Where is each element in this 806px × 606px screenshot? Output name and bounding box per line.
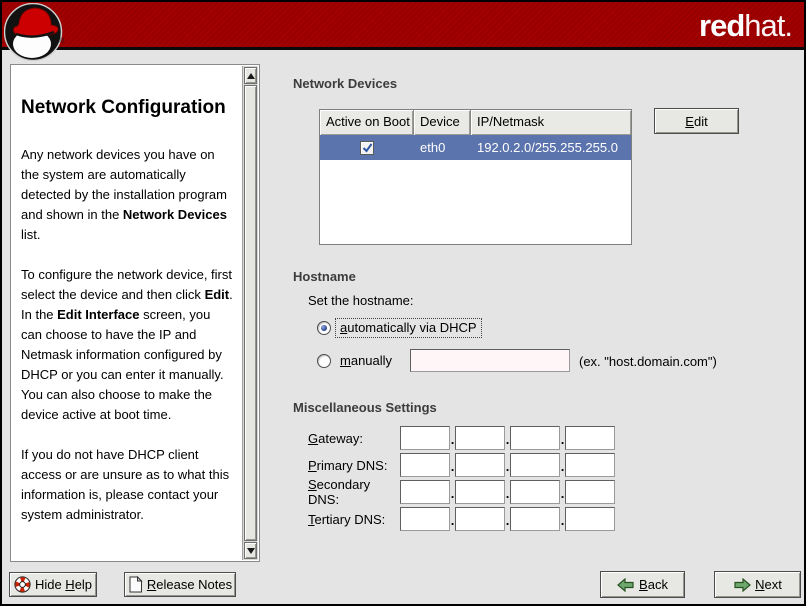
column-header-device[interactable]: Device <box>414 110 471 135</box>
installer-window: redhat. ® Network Configuration Any netw… <box>0 0 806 606</box>
scroll-up-icon <box>247 73 255 79</box>
help-scrollbar[interactable] <box>242 66 258 560</box>
network-devices-table: Active on Boot Device IP/Netmask eth0 19… <box>319 109 632 245</box>
help-paragraph-3: If you do not have DHCP client access or… <box>21 445 234 525</box>
set-hostname-label: Set the hostname: <box>308 293 414 308</box>
gateway-label: Gateway: <box>308 431 400 446</box>
hide-help-button[interactable]: Hide Help <box>9 572 97 597</box>
gateway-octet-4[interactable] <box>565 426 615 450</box>
help-panel: Network Configuration Any network device… <box>10 64 260 562</box>
device-cell: eth0 <box>414 140 471 155</box>
top-banner: redhat. <box>2 2 804 50</box>
active-on-boot-checkbox[interactable] <box>360 141 374 155</box>
hostname-heading: Hostname <box>293 269 356 284</box>
misc-settings-grid: Gateway: ... Primary DNS: ... Secondary … <box>308 426 615 534</box>
hostname-example-hint: (ex. "host.domain.com") <box>579 354 717 369</box>
hostname-manual-radio[interactable] <box>317 354 331 368</box>
release-notes-button[interactable]: Release Notes <box>124 572 236 597</box>
redhat-shadowman-logo-icon: ® <box>4 3 66 63</box>
redhat-wordmark: redhat. <box>699 9 792 43</box>
primary-dns-octet-3[interactable] <box>510 453 560 477</box>
primary-dns-octet-2[interactable] <box>455 453 505 477</box>
secondary-dns-octet-3[interactable] <box>510 480 560 504</box>
help-title: Network Configuration <box>21 92 234 123</box>
tertiary-dns-octet-3[interactable] <box>510 507 560 531</box>
gateway-octet-1[interactable] <box>400 426 450 450</box>
column-header-ip-netmask[interactable]: IP/Netmask <box>471 110 631 135</box>
edit-button[interactable]: Edit <box>654 108 739 134</box>
tertiary-dns-octet-4[interactable] <box>565 507 615 531</box>
scrollbar-thumb[interactable] <box>244 85 257 541</box>
secondary-dns-label: Secondary DNS: <box>308 477 400 507</box>
table-header-row: Active on Boot Device IP/Netmask <box>320 110 631 135</box>
primary-dns-row: Primary DNS: ... <box>308 453 615 477</box>
scroll-up-button[interactable] <box>244 67 257 84</box>
secondary-dns-octet-4[interactable] <box>565 480 615 504</box>
secondary-dns-octet-2[interactable] <box>455 480 505 504</box>
next-arrow-icon <box>733 578 751 592</box>
gateway-octet-3[interactable] <box>510 426 560 450</box>
tertiary-dns-row: Tertiary DNS: ... <box>308 507 615 531</box>
help-content: Network Configuration Any network device… <box>11 65 242 561</box>
tertiary-dns-octet-2[interactable] <box>455 507 505 531</box>
hostname-auto-radio[interactable] <box>317 321 331 335</box>
document-icon <box>128 576 143 593</box>
secondary-dns-row: Secondary DNS: ... <box>308 480 615 504</box>
hostname-manual-option[interactable]: manually <box>317 352 396 370</box>
hostname-auto-option[interactable]: automatically via DHCP <box>317 319 481 337</box>
hostname-manual-label: manually <box>336 352 396 370</box>
next-button[interactable]: Next <box>714 571 801 598</box>
back-button[interactable]: Back <box>600 571 685 598</box>
checkmark-icon <box>362 142 373 153</box>
tertiary-dns-octet-1[interactable] <box>400 507 450 531</box>
wordmark-red: red <box>699 8 744 43</box>
wordmark-hat: hat. <box>744 8 792 43</box>
ip-netmask-cell: 192.0.2.0/255.255.255.0 <box>471 140 631 155</box>
scroll-down-button[interactable] <box>244 542 257 559</box>
hostname-input[interactable] <box>410 349 570 372</box>
gateway-octet-2[interactable] <box>455 426 505 450</box>
misc-settings-heading: Miscellaneous Settings <box>293 400 437 415</box>
help-lifering-icon <box>14 576 31 593</box>
primary-dns-label: Primary DNS: <box>308 458 400 473</box>
back-arrow-icon <box>617 578 635 592</box>
svg-text:®: ® <box>59 37 65 45</box>
primary-dns-octet-1[interactable] <box>400 453 450 477</box>
tertiary-dns-label: Tertiary DNS: <box>308 512 400 527</box>
secondary-dns-octet-1[interactable] <box>400 480 450 504</box>
gateway-row: Gateway: ... <box>308 426 615 450</box>
column-header-active-on-boot[interactable]: Active on Boot <box>320 110 414 135</box>
device-row-eth0[interactable]: eth0 192.0.2.0/255.255.255.0 <box>320 135 631 160</box>
network-devices-heading: Network Devices <box>293 76 397 91</box>
help-paragraph-1: Any network devices you have on the syst… <box>21 145 234 245</box>
scroll-down-icon <box>247 548 255 554</box>
primary-dns-octet-4[interactable] <box>565 453 615 477</box>
hostname-auto-label: automatically via DHCP <box>336 319 481 337</box>
help-paragraph-2: To configure the network device, first s… <box>21 265 234 425</box>
